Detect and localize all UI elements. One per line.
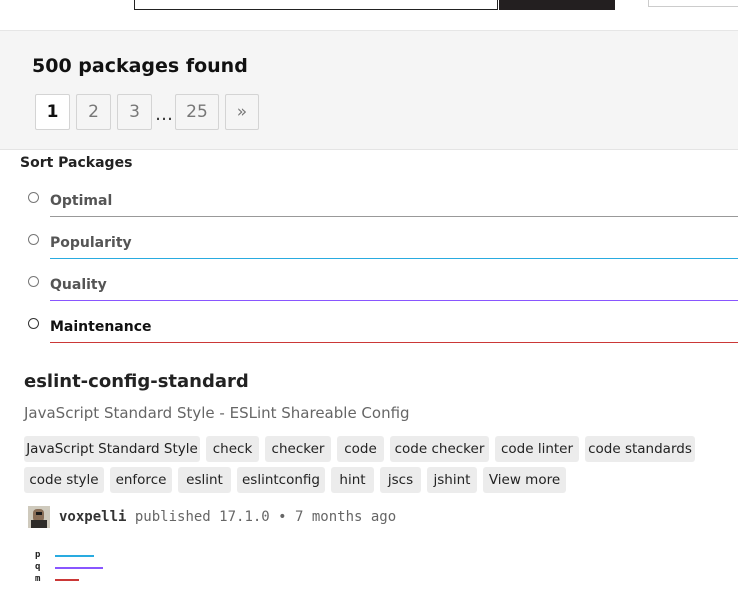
publish-info: voxpelli published 17.1.0 • 7 months ago [59, 509, 396, 525]
sort-option-optimal[interactable]: Optimal [28, 188, 738, 218]
sort-underline [50, 258, 738, 259]
next-page-button[interactable]: » [225, 94, 259, 130]
results-count: 500 packages found [32, 55, 248, 77]
account-menu[interactable] [648, 0, 738, 7]
view-more-keywords-button[interactable]: View more [483, 467, 566, 493]
sort-option-label: Maintenance [50, 319, 152, 335]
keyword-tag[interactable]: check [206, 436, 259, 462]
keyword-tag[interactable]: jscs [380, 467, 421, 493]
results-header: 500 packages found 1 2 3 … 25 » [0, 31, 738, 150]
popularity-score-bar [55, 555, 94, 557]
keyword-tag[interactable]: hint [331, 467, 374, 493]
keyword-tag[interactable]: code linter [495, 436, 579, 462]
keyword-tag[interactable]: code standards [585, 436, 695, 462]
radio-icon[interactable] [28, 234, 39, 245]
page-1-button[interactable]: 1 [35, 94, 70, 130]
sort-option-quality[interactable]: Quality [28, 272, 738, 302]
search-input[interactable] [134, 0, 498, 10]
sort-option-popularity[interactable]: Popularity [28, 230, 738, 260]
sort-option-label: Popularity [50, 235, 132, 251]
sort-title: Sort Packages [20, 155, 133, 171]
sort-underline [50, 342, 738, 343]
radio-icon[interactable] [28, 276, 39, 287]
keyword-tag[interactable]: eslintconfig [237, 467, 325, 493]
maintenance-score-bar [55, 579, 79, 581]
sort-underline [50, 300, 738, 301]
keyword-tag[interactable]: code style [24, 467, 104, 493]
publisher-avatar[interactable] [28, 506, 50, 528]
publish-details: published 17.1.0 • 7 months ago [134, 509, 397, 525]
page-ellipsis: … [155, 104, 173, 125]
score-letter-popularity: p [35, 550, 41, 560]
sort-option-label: Optimal [50, 193, 113, 209]
score-letter-quality: q [35, 562, 41, 572]
keyword-tag[interactable]: eslint [178, 467, 231, 493]
sort-underline [50, 216, 738, 217]
top-bar [0, 0, 738, 31]
publisher-name-link[interactable]: voxpelli [59, 509, 126, 525]
keyword-tag[interactable]: code [337, 436, 384, 462]
page-25-button[interactable]: 25 [175, 94, 219, 130]
keyword-tag[interactable]: jshint [427, 467, 477, 493]
page-2-button[interactable]: 2 [76, 94, 111, 130]
sort-option-maintenance[interactable]: Maintenance [28, 314, 738, 344]
package-name-link[interactable]: eslint-config-standard [24, 371, 249, 392]
keyword-tag[interactable]: JavaScript Standard Style [24, 436, 200, 462]
page-3-button[interactable]: 3 [117, 94, 152, 130]
keyword-tag[interactable]: checker [265, 436, 331, 462]
quality-score-bar [55, 567, 103, 569]
package-description: JavaScript Standard Style - ESLint Share… [24, 404, 410, 422]
score-letter-maintenance: m [35, 574, 41, 584]
sort-option-label: Quality [50, 277, 107, 293]
radio-icon[interactable] [28, 318, 39, 329]
keyword-tag[interactable]: enforce [110, 467, 172, 493]
keyword-tag[interactable]: code checker [390, 436, 489, 462]
search-button[interactable] [499, 0, 615, 10]
radio-icon[interactable] [28, 192, 39, 203]
